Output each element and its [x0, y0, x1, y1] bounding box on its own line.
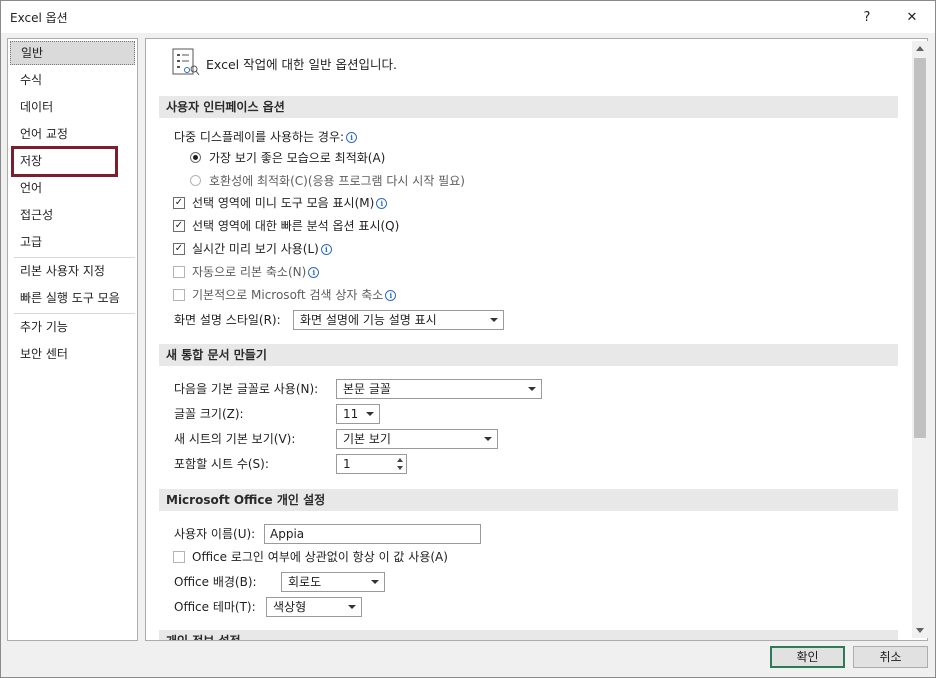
- default-view-select[interactable]: 기본 보기: [336, 429, 498, 449]
- info-icon: i: [376, 198, 388, 209]
- nav-item-customize-ribbon[interactable]: 리본 사용자 지정: [10, 259, 135, 283]
- section-ui-options: 사용자 인터페이스 옵션: [159, 96, 898, 118]
- default-font-select[interactable]: 본문 글꼴: [336, 379, 542, 399]
- nav-item-advanced[interactable]: 고급: [10, 230, 135, 254]
- office-background-label: Office 배경(B):: [174, 575, 257, 589]
- sheet-count-label: 포함할 시트 수(S):: [174, 457, 269, 471]
- scroll-up-button[interactable]: [912, 41, 928, 57]
- screentip-style-select[interactable]: 화면 설명에 기능 설명 표시: [293, 310, 504, 330]
- screentip-label: 화면 설명 스타일(R):: [174, 313, 281, 327]
- nav-item-accessibility[interactable]: 접근성: [10, 203, 135, 227]
- info-icon: i: [346, 132, 358, 143]
- chk-collapse-ribbon[interactable]: [173, 266, 185, 278]
- default-view-label: 새 시트의 기본 보기(V):: [174, 432, 296, 446]
- chevron-down-icon: [528, 387, 536, 391]
- info-icon: i: [320, 244, 332, 255]
- chk-live-preview-label: 실시간 미리 보기 사용(L) i: [192, 241, 332, 257]
- nav-item-language[interactable]: 언어: [10, 176, 135, 200]
- save-highlight-annotation: [11, 146, 118, 177]
- chevron-up-icon: [916, 46, 924, 51]
- nav-item-trust-center[interactable]: 보안 센터: [10, 342, 135, 366]
- nav-item-data[interactable]: 데이터: [10, 95, 135, 119]
- chk-quick-analysis[interactable]: ✓: [173, 220, 185, 232]
- chk-mini-toolbar[interactable]: ✓: [173, 197, 185, 209]
- spin-down-icon[interactable]: [397, 466, 403, 470]
- info-icon: i: [308, 267, 320, 278]
- chk-search-collapse[interactable]: [173, 289, 185, 301]
- spin-up-icon[interactable]: [397, 458, 403, 462]
- nav-item-quick-access-toolbar[interactable]: 빠른 실행 도구 모음: [10, 286, 135, 310]
- chk-always-use-values[interactable]: [173, 551, 185, 563]
- chevron-down-icon: [348, 605, 356, 609]
- scroll-thumb[interactable]: [914, 58, 926, 438]
- radio-optimize-appearance[interactable]: [190, 152, 201, 163]
- username-label: 사용자 이름(U):: [174, 527, 256, 541]
- general-options-panel: Excel 작업에 대한 일반 옵션입니다. 사용자 인터페이스 옵션 다중 디…: [145, 38, 928, 641]
- section-office-personalization: Microsoft Office 개인 설정: [159, 489, 898, 511]
- chk-live-preview[interactable]: ✓: [173, 243, 185, 255]
- chevron-down-icon: [490, 318, 498, 322]
- general-options-icon: [172, 48, 200, 76]
- office-theme-select[interactable]: 색상형: [266, 597, 362, 617]
- default-font-label: 다음을 기본 글꼴로 사용(N):: [174, 382, 319, 396]
- office-background-select[interactable]: 회로도: [281, 572, 385, 592]
- radio-optimize-compat[interactable]: [190, 175, 201, 186]
- title-bar: Excel 옵션 ? ✕: [1, 1, 935, 33]
- chk-mini-toolbar-label: 선택 영역에 미니 도구 모음 표시(M) i: [192, 195, 388, 211]
- chevron-down-icon: [484, 437, 492, 441]
- font-size-label: 글꼴 크기(Z):: [174, 407, 244, 421]
- window-title: Excel 옵션: [10, 11, 68, 25]
- radio-optimize-appearance-label: 가장 보기 좋은 모습으로 최적화(A): [209, 151, 386, 165]
- nav-item-general[interactable]: 일반: [10, 41, 135, 65]
- username-input[interactable]: Appia: [264, 524, 481, 544]
- ok-button[interactable]: 확인: [770, 646, 845, 668]
- chevron-down-icon: [366, 412, 374, 416]
- sheet-count-stepper[interactable]: 1: [336, 454, 407, 474]
- office-theme-label: Office 테마(T):: [174, 600, 256, 614]
- content-scrollbar[interactable]: [912, 41, 928, 638]
- font-size-select[interactable]: 11: [336, 404, 380, 424]
- nav-item-proofing[interactable]: 언어 교정: [10, 122, 135, 146]
- nav-item-add-ins[interactable]: 추가 기능: [10, 315, 135, 339]
- close-icon: ✕: [906, 9, 918, 25]
- chevron-down-icon: [371, 580, 379, 584]
- chk-search-collapse-label: 기본적으로 Microsoft 검색 상자 축소 i: [192, 287, 397, 303]
- help-button[interactable]: ?: [844, 1, 890, 33]
- section-privacy-settings: 개인 정보 설정: [159, 630, 898, 640]
- nav-divider: [14, 257, 135, 258]
- category-nav: 일반 수식 데이터 언어 교정 저장 언어 접근성 고급 리본 사용자 지정 빠…: [7, 38, 138, 641]
- close-button[interactable]: ✕: [889, 1, 935, 33]
- chevron-down-icon: [916, 628, 924, 633]
- scroll-down-button[interactable]: [912, 622, 928, 638]
- chk-collapse-ribbon-label: 자동으로 리본 축소(N) i: [192, 264, 320, 280]
- nav-divider: [14, 313, 135, 314]
- info-icon: i: [385, 290, 397, 301]
- multi-display-label: 다중 디스플레이를 사용하는 경우: i: [174, 129, 358, 145]
- panel-header: Excel 작업에 대한 일반 옵션입니다.: [206, 57, 397, 72]
- section-new-workbook: 새 통합 문서 만들기: [159, 344, 898, 366]
- nav-item-formulas[interactable]: 수식: [10, 68, 135, 92]
- chk-always-use-values-label: Office 로그인 여부에 상관없이 항상 이 값 사용(A): [192, 550, 448, 564]
- chk-quick-analysis-label: 선택 영역에 대한 빠른 분석 옵션 표시(Q): [192, 219, 400, 233]
- cancel-button[interactable]: 취소: [853, 646, 928, 668]
- radio-optimize-compat-label: 호환성에 최적화(C)(응용 프로그램 다시 시작 필요): [209, 174, 465, 188]
